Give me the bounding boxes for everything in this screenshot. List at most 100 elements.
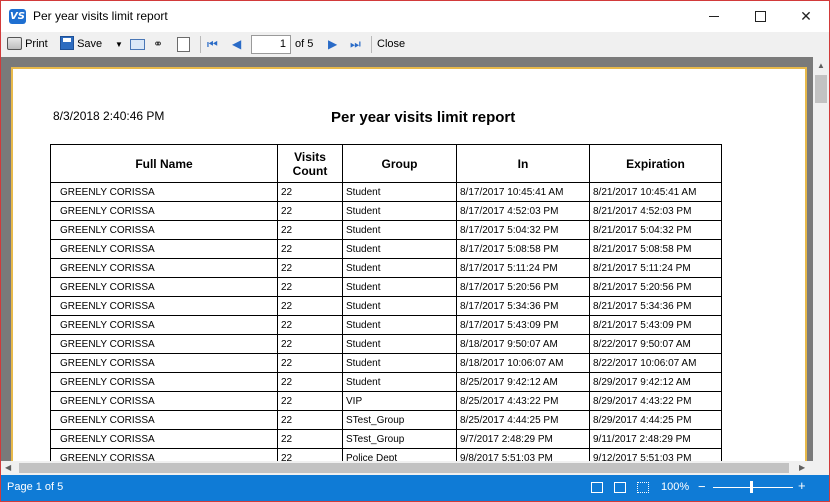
cell-in: 8/17/2017 5:34:36 PM bbox=[456, 296, 590, 316]
table-row: GREENLY CORISSA 22 Student 8/17/2017 5:34:3… bbox=[50, 296, 722, 316]
cell-in: 8/17/2017 5:08:58 PM bbox=[456, 239, 590, 259]
cell-expiration: 8/21/2017 4:52:03 PM bbox=[589, 201, 722, 221]
cell-in: 8/17/2017 5:11:24 PM bbox=[456, 258, 590, 278]
status-page-text: Page 1 of 5 bbox=[7, 481, 64, 493]
cell-in: 8/17/2017 5:43:09 PM bbox=[456, 315, 590, 335]
scroll-left-icon[interactable]: ◀ bbox=[5, 461, 11, 475]
cell-visits-count: 22 bbox=[277, 448, 343, 461]
cell-in: 8/17/2017 5:20:56 PM bbox=[456, 277, 590, 297]
cell-full-name: GREENLY CORISSA bbox=[50, 410, 278, 430]
vertical-scrollbar[interactable]: ▲ bbox=[813, 57, 829, 461]
first-page-button[interactable]: ⏮ bbox=[207, 35, 218, 54]
table-row: GREENLY CORISSA 22 Student 8/17/2017 5:04:3… bbox=[50, 220, 722, 240]
cell-in: 8/18/2017 10:06:07 AM bbox=[456, 353, 590, 373]
zoom-level: 100% bbox=[661, 481, 690, 493]
previous-page-button[interactable]: ◀ bbox=[232, 35, 241, 54]
save-button[interactable]: Save bbox=[60, 35, 102, 54]
search-document-button[interactable] bbox=[177, 35, 190, 54]
cell-in: 8/17/2017 4:52:03 PM bbox=[456, 201, 590, 221]
window-title: Per year visits limit report bbox=[33, 9, 168, 23]
close-button[interactable]: Close bbox=[377, 35, 405, 54]
single-page-view-icon[interactable] bbox=[591, 482, 603, 493]
cell-expiration: 8/29/2017 9:42:12 AM bbox=[589, 372, 722, 392]
report-page: 8/3/2018 2:40:46 PM Per year visits limi… bbox=[11, 67, 807, 461]
cell-visits-count: 22 bbox=[277, 372, 343, 392]
cell-visits-count: 22 bbox=[277, 391, 343, 411]
email-button[interactable] bbox=[130, 35, 145, 54]
page-count-label: of 5 bbox=[295, 38, 314, 50]
table-row: GREENLY CORISSA 22 Student 8/17/2017 10:45:… bbox=[50, 182, 722, 202]
save-dropdown-chevron-icon[interactable]: ▼ bbox=[115, 35, 123, 54]
cell-group: Police Dept bbox=[342, 448, 457, 461]
cell-full-name: GREENLY CORISSA bbox=[50, 372, 278, 392]
zoom-out-icon[interactable]: − bbox=[698, 479, 706, 494]
cell-expiration: 8/22/2017 9:50:07 AM bbox=[589, 334, 722, 354]
cell-group: STest_Group bbox=[342, 429, 457, 449]
cell-full-name: GREENLY CORISSA bbox=[50, 258, 278, 278]
last-page-button[interactable]: ⏭ bbox=[350, 35, 361, 54]
table-row: GREENLY CORISSA 22 Student 8/17/2017 5:11:2… bbox=[50, 258, 722, 278]
cell-group: Student bbox=[342, 220, 457, 240]
cell-in: 8/25/2017 4:43:22 PM bbox=[456, 391, 590, 411]
cell-in: 9/8/2017 5:51:03 PM bbox=[456, 448, 590, 461]
zoom-in-icon[interactable]: + bbox=[798, 478, 806, 493]
cell-group: STest_Group bbox=[342, 410, 457, 430]
cell-visits-count: 22 bbox=[277, 334, 343, 354]
minimize-button[interactable] bbox=[691, 1, 737, 32]
table-header-row: Full Name Visits Count Group In Expirati… bbox=[50, 144, 722, 183]
last-page-icon: ⏭ bbox=[350, 37, 361, 51]
cell-in: 8/17/2017 10:45:41 AM bbox=[456, 182, 590, 202]
search-document-icon bbox=[177, 36, 190, 52]
table-row: GREENLY CORISSA 22 Student 8/25/2017 9:42:1… bbox=[50, 372, 722, 392]
title-bar: VS Per year visits limit report ✕ bbox=[1, 1, 829, 32]
column-header: Expiration bbox=[589, 144, 722, 183]
scroll-up-icon[interactable]: ▲ bbox=[817, 61, 825, 70]
horizontal-scroll-thumb[interactable] bbox=[19, 463, 789, 473]
table-row: GREENLY CORISSA 22 VIP 8/25/2017 4:43:22 PM… bbox=[50, 391, 722, 411]
cell-visits-count: 22 bbox=[277, 182, 343, 202]
table-row: GREENLY CORISSA 22 Student 8/17/2017 4:52:0… bbox=[50, 201, 722, 221]
toolbar-divider bbox=[371, 36, 372, 53]
cell-visits-count: 22 bbox=[277, 296, 343, 316]
cell-visits-count: 22 bbox=[277, 353, 343, 373]
table-row: GREENLY CORISSA 22 Student 8/17/2017 5:43:0… bbox=[50, 315, 722, 335]
page-width-view-icon[interactable] bbox=[614, 482, 626, 493]
envelope-icon bbox=[130, 38, 145, 50]
table-row: GREENLY CORISSA 22 Student 8/18/2017 9:50:0… bbox=[50, 334, 722, 354]
cell-visits-count: 22 bbox=[277, 315, 343, 335]
multi-page-view-icon[interactable] bbox=[637, 482, 649, 493]
cell-full-name: GREENLY CORISSA bbox=[50, 353, 278, 373]
scroll-right-icon[interactable]: ▶ bbox=[799, 461, 805, 475]
zoom-slider-thumb[interactable] bbox=[750, 481, 753, 493]
next-page-button[interactable]: ▶ bbox=[328, 35, 337, 54]
close-window-button[interactable]: ✕ bbox=[783, 1, 829, 32]
cell-visits-count: 22 bbox=[277, 277, 343, 297]
cell-visits-count: 22 bbox=[277, 429, 343, 449]
report-viewer-area: 8/3/2018 2:40:46 PM Per year visits limi… bbox=[1, 57, 829, 461]
cell-expiration: 8/29/2017 4:43:22 PM bbox=[589, 391, 722, 411]
toolbar: Print Save ▼ ⚭ ⏮ ◀ 1 of 5 ▶ ⏭ Close bbox=[1, 32, 829, 57]
column-header: In bbox=[456, 144, 590, 183]
toolbar-divider bbox=[200, 36, 201, 53]
find-button[interactable]: ⚭ bbox=[153, 35, 169, 54]
cell-group: Student bbox=[342, 315, 457, 335]
vertical-scroll-thumb[interactable] bbox=[815, 75, 827, 103]
cell-expiration: 8/21/2017 5:20:56 PM bbox=[589, 277, 722, 297]
cell-full-name: GREENLY CORISSA bbox=[50, 277, 278, 297]
cell-group: Student bbox=[342, 334, 457, 354]
page-number-input[interactable]: 1 bbox=[251, 35, 291, 54]
table-row: GREENLY CORISSA 22 STest_Group 8/25/2017 4:… bbox=[50, 410, 722, 430]
printer-icon bbox=[7, 36, 22, 50]
cell-full-name: GREENLY CORISSA bbox=[50, 391, 278, 411]
cell-visits-count: 22 bbox=[277, 239, 343, 259]
column-header: Group bbox=[342, 144, 457, 183]
print-button[interactable]: Print bbox=[7, 35, 48, 54]
maximize-button[interactable] bbox=[737, 1, 783, 32]
next-page-icon: ▶ bbox=[328, 37, 338, 51]
zoom-slider-track[interactable] bbox=[713, 487, 793, 488]
first-page-icon: ⏮ bbox=[207, 37, 218, 51]
cell-group: Student bbox=[342, 296, 457, 316]
horizontal-scrollbar[interactable]: ◀ ▶ bbox=[1, 461, 813, 475]
floppy-disk-icon bbox=[60, 36, 74, 51]
table-row: GREENLY CORISSA 22 Student 8/17/2017 5:08:5… bbox=[50, 239, 722, 259]
